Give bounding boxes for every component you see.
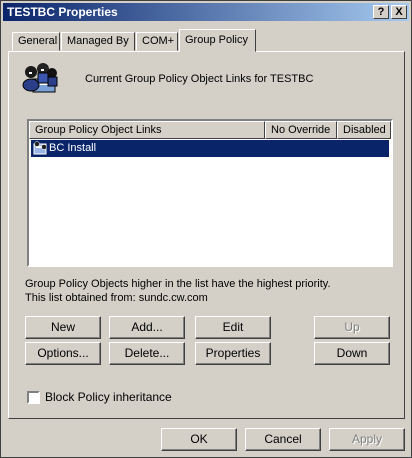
cancel-button[interactable]: Cancel [245, 428, 321, 451]
apply-button[interactable]: Apply [329, 428, 405, 451]
block-inheritance-label[interactable]: Block Policy inheritance [45, 390, 172, 404]
header-text: Current Group Policy Object Links for TE… [85, 73, 314, 85]
block-inheritance-checkbox[interactable] [27, 391, 40, 404]
ok-button[interactable]: OK [161, 428, 237, 451]
down-button[interactable]: Down [314, 342, 390, 365]
column-header-no-override[interactable]: No Override [265, 121, 337, 139]
title-bar[interactable]: TESTBC Properties ? X [3, 3, 409, 21]
up-button[interactable]: Up [314, 316, 390, 339]
tab-managed-by[interactable]: Managed By [61, 32, 135, 51]
add-button[interactable]: Add... [109, 316, 185, 339]
options-button[interactable]: Options... [25, 342, 101, 365]
properties-window: TESTBC Properties ? X General Managed By… [0, 0, 412, 458]
column-header-gpo-links[interactable]: Group Policy Object Links [29, 121, 265, 139]
edit-button[interactable]: Edit [195, 316, 271, 339]
delete-button[interactable]: Delete... [109, 342, 185, 365]
properties-button[interactable]: Properties [195, 342, 271, 365]
column-header-disabled[interactable]: Disabled [337, 121, 391, 139]
tab-group-policy[interactable]: Group Policy [179, 29, 256, 52]
priority-info-text: Group Policy Objects higher in the list … [25, 278, 331, 290]
group-policy-icon [22, 63, 58, 93]
help-button[interactable]: ? [373, 5, 389, 19]
list-item-label: BC Install [49, 142, 97, 154]
gpo-links-list[interactable]: Group Policy Object Links No Override Di… [27, 119, 393, 267]
window-title: TESTBC Properties [7, 5, 118, 19]
tab-general[interactable]: General [12, 32, 60, 51]
list-item[interactable]: BC Install [31, 140, 389, 157]
obtained-from-text: This list obtained from: sundc.cw.com [25, 292, 208, 304]
tab-com-plus[interactable]: COM+ [136, 32, 178, 51]
new-button[interactable]: New [25, 316, 101, 339]
close-button[interactable]: X [391, 5, 407, 19]
gpo-scroll-icon [33, 141, 47, 155]
